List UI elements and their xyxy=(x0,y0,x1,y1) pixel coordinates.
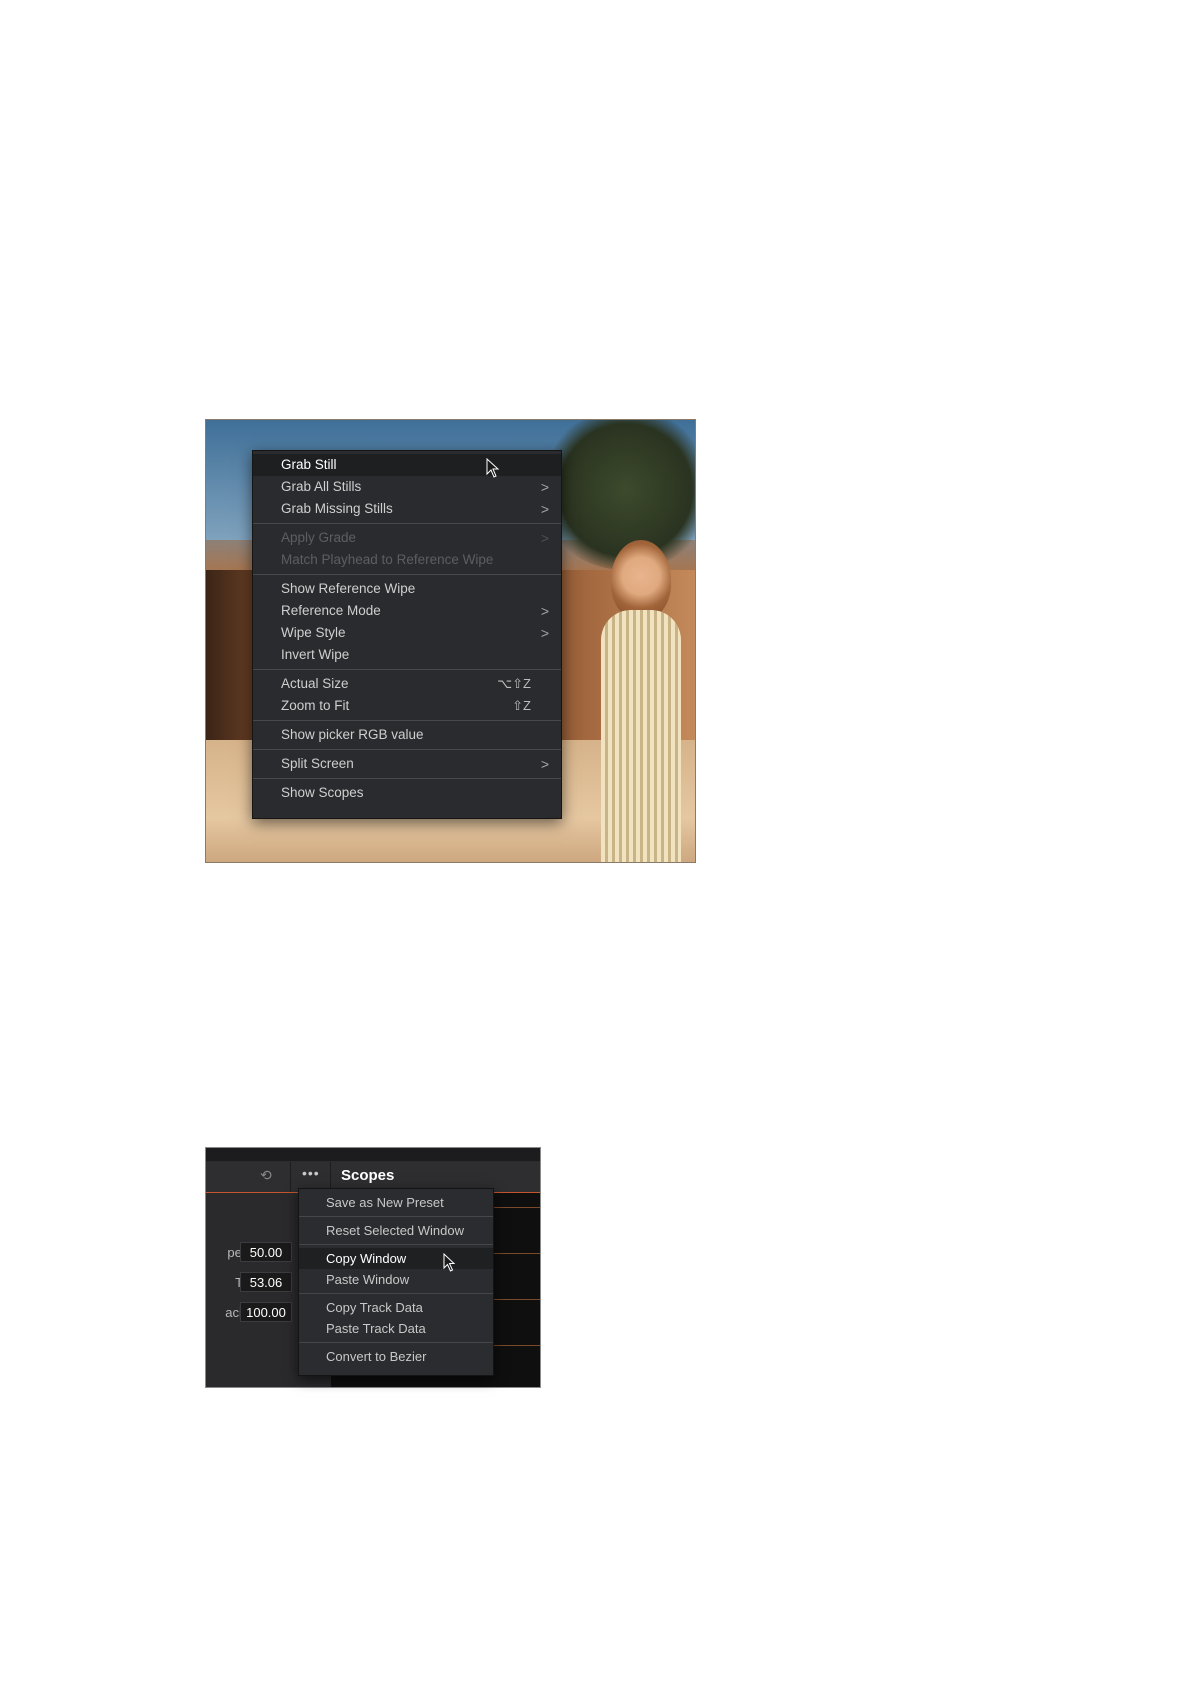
scopes-title: Scopes xyxy=(341,1167,395,1184)
menu-item-apply-grade[interactable]: Apply Grade > xyxy=(253,527,561,549)
menu-separator xyxy=(253,720,561,721)
menu-item-paste-window[interactable]: Paste Window xyxy=(299,1269,493,1290)
chevron-right-icon: > xyxy=(540,501,549,517)
menu-item-wipe-style[interactable]: Wipe Style > xyxy=(253,622,561,644)
chevron-right-icon: > xyxy=(540,603,549,619)
more-options-icon[interactable]: ••• xyxy=(302,1165,320,1181)
menu-separator xyxy=(299,1216,493,1217)
menu-item-grab-missing-stills[interactable]: Grab Missing Stills > xyxy=(253,498,561,520)
viewer-woman-dress xyxy=(601,610,681,862)
menu-item-label: Grab Still xyxy=(281,457,337,472)
shortcut-label: ⌥⇧Z xyxy=(497,676,531,691)
menu-item-label: Zoom to Fit xyxy=(281,698,350,713)
menu-item-show-reference-wipe[interactable]: Show Reference Wipe xyxy=(253,578,561,600)
menu-item-label: Invert Wipe xyxy=(281,647,350,662)
menu-item-split-screen[interactable]: Split Screen > xyxy=(253,753,561,775)
chevron-right-icon: > xyxy=(540,479,549,495)
menu-item-show-scopes[interactable]: Show Scopes xyxy=(253,782,561,804)
viewer-woman-figure xyxy=(591,540,691,862)
menu-item-label: Show Scopes xyxy=(281,785,364,800)
menu-item-zoom-to-fit[interactable]: Zoom to Fit ⇧Z xyxy=(253,695,561,717)
menu-separator xyxy=(299,1244,493,1245)
mouse-cursor-icon xyxy=(486,458,500,478)
menu-item-label: Apply Grade xyxy=(281,530,357,545)
menu-item-label: Actual Size xyxy=(281,676,349,691)
menu-item-label: Grab All Stills xyxy=(281,479,362,494)
menu-item-reference-mode[interactable]: Reference Mode > xyxy=(253,600,561,622)
menu-item-label: Match Playhead to Reference Wipe xyxy=(281,552,494,567)
menu-item-match-playhead[interactable]: Match Playhead to Reference Wipe xyxy=(253,549,561,571)
menu-item-grab-still[interactable]: Grab Still xyxy=(253,454,561,476)
opacity-field[interactable]: 100.00 xyxy=(240,1302,292,1322)
menu-item-save-as-new-preset[interactable]: Save as New Preset xyxy=(299,1192,493,1213)
menu-separator xyxy=(299,1293,493,1294)
menu-item-paste-track-data[interactable]: Paste Track Data xyxy=(299,1318,493,1339)
menu-separator xyxy=(253,574,561,575)
chevron-right-icon: > xyxy=(540,625,549,641)
aspect-field[interactable]: 50.00 xyxy=(240,1242,292,1262)
menu-item-actual-size[interactable]: Actual Size ⌥⇧Z xyxy=(253,673,561,695)
chevron-right-icon: > xyxy=(540,756,549,772)
tilt-field[interactable]: 53.06 xyxy=(240,1272,292,1292)
menu-item-copy-track-data[interactable]: Copy Track Data xyxy=(299,1297,493,1318)
chevron-right-icon: > xyxy=(540,530,549,546)
menu-item-label: Show picker RGB value xyxy=(281,727,424,742)
menu-item-invert-wipe[interactable]: Invert Wipe xyxy=(253,644,561,666)
menu-item-label: Wipe Style xyxy=(281,625,346,640)
menu-item-label: Show Reference Wipe xyxy=(281,581,416,596)
menu-item-reset-selected-window[interactable]: Reset Selected Window xyxy=(299,1220,493,1241)
menu-separator xyxy=(253,778,561,779)
menu-item-convert-to-bezier[interactable]: Convert to Bezier xyxy=(299,1346,493,1367)
menu-separator xyxy=(253,749,561,750)
header-divider xyxy=(290,1162,291,1192)
window-options-menu: Save as New Preset Reset Selected Window… xyxy=(298,1188,494,1376)
menu-separator xyxy=(253,669,561,670)
menu-separator xyxy=(299,1342,493,1343)
menu-item-label: Reference Mode xyxy=(281,603,381,618)
mouse-cursor-icon xyxy=(443,1253,456,1272)
menu-item-grab-all-stills[interactable]: Grab All Stills > xyxy=(253,476,561,498)
reset-icon[interactable]: ⟲ xyxy=(260,1167,276,1183)
viewer-context-menu: Grab Still Grab All Stills > Grab Missin… xyxy=(252,450,562,819)
panel-top-strip xyxy=(206,1148,540,1161)
viewer-woman-head xyxy=(611,540,671,620)
menu-item-show-picker-rgb[interactable]: Show picker RGB value xyxy=(253,724,561,746)
menu-separator xyxy=(253,523,561,524)
menu-item-label: Split Screen xyxy=(281,756,354,771)
menu-item-label: Grab Missing Stills xyxy=(281,501,393,516)
shortcut-label: ⇧Z xyxy=(512,698,531,713)
menu-item-copy-window[interactable]: Copy Window xyxy=(299,1248,493,1269)
